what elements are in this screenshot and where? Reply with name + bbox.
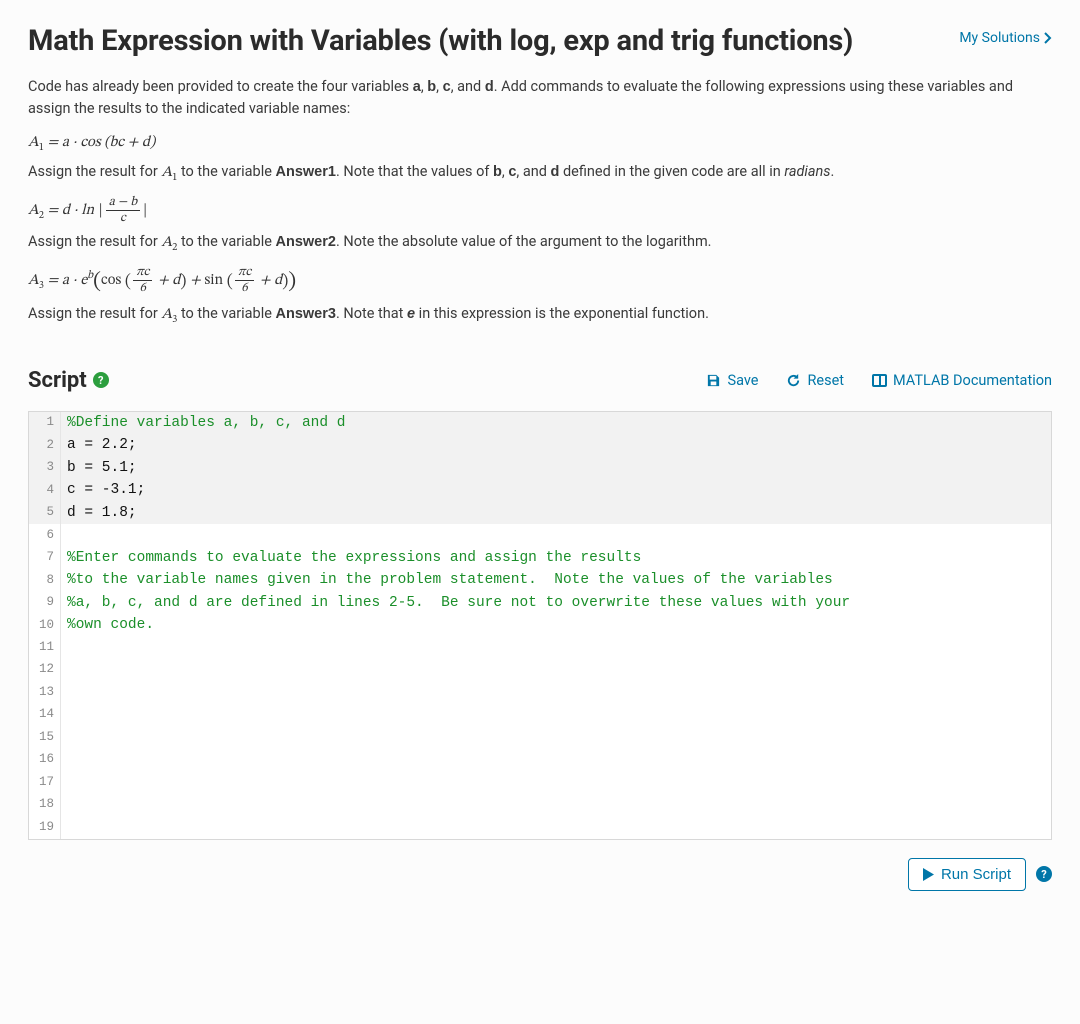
line-number: 18 (29, 794, 61, 816)
code-line[interactable]: 2a = 2.2; (29, 434, 1051, 456)
code-line[interactable]: 7%Enter commands to evaluate the express… (29, 547, 1051, 569)
code-text[interactable]: %a, b, c, and d are defined in lines 2-5… (61, 592, 1051, 614)
code-line[interactable]: 12 (29, 659, 1051, 681)
code-line[interactable]: 5d = 1.8; (29, 502, 1051, 524)
code-text[interactable]: %Define variables a, b, c, and d (61, 412, 1051, 434)
code-text[interactable]: b = 5.1; (61, 457, 1051, 479)
code-text[interactable] (61, 704, 1051, 726)
code-text[interactable]: %own code. (61, 614, 1051, 636)
line-number: 4 (29, 479, 61, 501)
line-number: 9 (29, 592, 61, 614)
page-title: Math Expression with Variables (with log… (28, 24, 853, 58)
reset-button[interactable]: Reset (786, 372, 844, 389)
assign-a3: Assign the result for A3 to the variable… (28, 303, 1052, 328)
assign-a2: Assign the result for A2 to the variable… (28, 231, 1052, 256)
code-line[interactable]: 10%own code. (29, 614, 1051, 636)
code-text[interactable] (61, 681, 1051, 703)
script-toolbar: Save Reset MATLAB Documentation (706, 372, 1052, 389)
code-line[interactable]: 16 (29, 749, 1051, 771)
code-line[interactable]: 14 (29, 704, 1051, 726)
footer-help-icon[interactable]: ? (1036, 866, 1052, 882)
line-number: 8 (29, 569, 61, 591)
code-line[interactable]: 4c = -3.1; (29, 479, 1051, 501)
equation-a1: A1 = a · cos (bc + d) (28, 133, 1052, 155)
code-line[interactable]: 9%a, b, c, and d are defined in lines 2-… (29, 592, 1051, 614)
line-number: 2 (29, 434, 61, 456)
line-number: 10 (29, 614, 61, 636)
matlab-doc-link[interactable]: MATLAB Documentation (872, 372, 1052, 389)
code-line[interactable]: 1%Define variables a, b, c, and d (29, 412, 1051, 434)
code-text[interactable] (61, 636, 1051, 658)
script-heading: Script ? (28, 368, 109, 393)
code-line[interactable]: 13 (29, 681, 1051, 703)
reset-icon (786, 373, 801, 388)
line-number: 15 (29, 726, 61, 748)
code-line[interactable]: 6 (29, 524, 1051, 546)
code-text[interactable] (61, 524, 1051, 546)
code-editor[interactable]: 1%Define variables a, b, c, and d2a = 2.… (28, 411, 1052, 840)
save-icon (706, 373, 721, 388)
code-line[interactable]: 19 (29, 816, 1051, 838)
book-icon (872, 374, 887, 387)
intro-paragraph: Code has already been provided to create… (28, 76, 1052, 121)
save-button[interactable]: Save (706, 372, 758, 389)
line-number: 5 (29, 502, 61, 524)
code-text[interactable] (61, 771, 1051, 793)
play-icon (923, 868, 934, 881)
assign-a1: Assign the result for A1 to the variable… (28, 161, 1052, 186)
code-line[interactable]: 8%to the variable names given in the pro… (29, 569, 1051, 591)
line-number: 7 (29, 547, 61, 569)
equation-a2: A2 = d · ln |a − bc| (28, 196, 1052, 225)
line-number: 16 (29, 749, 61, 771)
line-number: 12 (29, 659, 61, 681)
run-script-button[interactable]: Run Script (908, 858, 1026, 891)
code-text[interactable]: a = 2.2; (61, 434, 1051, 456)
line-number: 13 (29, 681, 61, 703)
code-text[interactable] (61, 659, 1051, 681)
code-text[interactable]: d = 1.8; (61, 502, 1051, 524)
code-text[interactable] (61, 816, 1051, 838)
code-line[interactable]: 3b = 5.1; (29, 457, 1051, 479)
code-line[interactable]: 18 (29, 794, 1051, 816)
line-number: 19 (29, 816, 61, 838)
code-text[interactable] (61, 749, 1051, 771)
my-solutions-link[interactable]: My Solutions (959, 30, 1052, 46)
line-number: 14 (29, 704, 61, 726)
code-line[interactable]: 15 (29, 726, 1051, 748)
code-text[interactable] (61, 726, 1051, 748)
line-number: 17 (29, 771, 61, 793)
code-text[interactable]: c = -3.1; (61, 479, 1051, 501)
help-icon[interactable]: ? (93, 372, 109, 388)
code-line[interactable]: 17 (29, 771, 1051, 793)
equation-a3: A3 = a · eb(cos (πc6 + d) + sin (πc6 + d… (28, 266, 1052, 296)
line-number: 1 (29, 412, 61, 434)
line-number: 11 (29, 636, 61, 658)
code-line[interactable]: 11 (29, 636, 1051, 658)
chevron-right-icon (1044, 32, 1052, 44)
code-text[interactable]: %to the variable names given in the prob… (61, 569, 1051, 591)
code-text[interactable]: %Enter commands to evaluate the expressi… (61, 547, 1051, 569)
my-solutions-label: My Solutions (959, 30, 1040, 46)
line-number: 3 (29, 457, 61, 479)
code-text[interactable] (61, 794, 1051, 816)
line-number: 6 (29, 524, 61, 546)
